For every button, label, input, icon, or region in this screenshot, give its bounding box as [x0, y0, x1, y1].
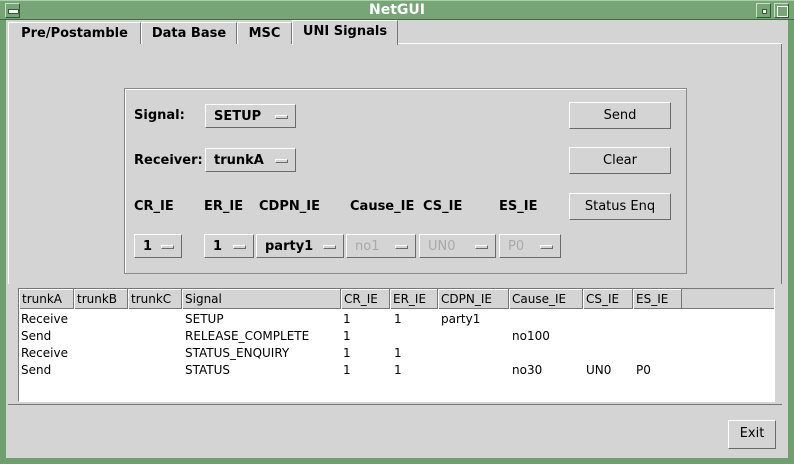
column-header-trunka[interactable]: trunkA	[19, 289, 74, 309]
column-header-cdpn-ie[interactable]: CDPN_IE	[438, 289, 509, 309]
column-header-es-ie[interactable]: ES_IE	[633, 289, 682, 309]
cr-ie-select[interactable]: 1	[134, 234, 182, 258]
tab-label: Pre/Postamble	[21, 26, 128, 41]
table-cell: UN0	[586, 363, 612, 377]
tab-pre-postamble[interactable]: Pre/Postamble	[8, 22, 141, 44]
table-cell: STATUS_ENQUIRY	[185, 346, 290, 360]
column-header-trunkc[interactable]: trunkC	[128, 289, 182, 309]
signal-form: Signal: SETUP Send Receiver: trunkA Clea…	[124, 88, 687, 274]
title-bar[interactable]: NetGUI	[0, 0, 794, 20]
table-cell: SETUP	[185, 312, 224, 326]
er-ie-value: 1	[213, 239, 223, 254]
table-cell: 1	[343, 346, 351, 360]
er-ie-select[interactable]: 1	[204, 234, 254, 258]
table-cell: 1	[394, 312, 402, 326]
es-ie-select: P0	[499, 234, 561, 258]
signal-label: Signal:	[134, 108, 185, 123]
option-menu-indicator-icon	[395, 245, 408, 249]
send-button[interactable]: Send	[569, 102, 671, 129]
option-menu-indicator-icon	[233, 245, 246, 249]
table-cell: no30	[512, 363, 543, 377]
cr-ie-value: 1	[143, 239, 153, 254]
option-menu-indicator-icon	[323, 245, 336, 249]
option-menu-indicator-icon	[275, 159, 288, 163]
table-cell: party1	[441, 312, 481, 326]
table-cell: no100	[512, 329, 550, 343]
tab-label: MSC	[248, 26, 281, 41]
column-header-cr-ie[interactable]: CR_IE	[341, 289, 390, 309]
table-cell: Send	[21, 329, 52, 343]
receiver-select[interactable]: trunkA	[205, 148, 296, 172]
maximize-icon[interactable]	[774, 3, 789, 18]
es-ie-value: P0	[508, 239, 525, 254]
exit-button[interactable]: Exit	[728, 420, 776, 449]
cdpn-ie-label: CDPN_IE	[259, 199, 320, 214]
signal-value: SETUP	[214, 109, 262, 124]
window-title: NetGUI	[369, 2, 425, 18]
column-header-signal[interactable]: Signal	[182, 289, 341, 309]
option-menu-indicator-icon	[275, 115, 288, 119]
cr-ie-label: CR_IE	[134, 199, 174, 214]
cs-ie-label: CS_IE	[423, 199, 463, 214]
tab-label: Data Base	[151, 26, 227, 41]
tab-uni-signals[interactable]: UNI Signals	[292, 20, 398, 45]
cs-ie-select: UN0	[419, 234, 496, 258]
cause-ie-select: no1	[346, 234, 416, 258]
option-menu-indicator-icon	[475, 245, 488, 249]
table-cell: 1	[394, 363, 402, 377]
signal-select[interactable]: SETUP	[205, 104, 296, 128]
signal-log-table[interactable]: trunkA trunkB trunkC Signal CR_IE ER_IE …	[18, 288, 775, 402]
table-cell: STATUS	[185, 363, 231, 377]
receiver-label: Receiver:	[134, 153, 203, 168]
minimize-icon[interactable]	[756, 3, 771, 18]
cause-ie-label: Cause_IE	[350, 199, 415, 214]
table-header: trunkA trunkB trunkC Signal CR_IE ER_IE …	[19, 289, 774, 309]
table-cell: P0	[636, 363, 651, 377]
status-enq-button[interactable]: Status Enq	[569, 193, 671, 220]
cdpn-ie-select[interactable]: party1	[256, 234, 344, 258]
es-ie-label: ES_IE	[499, 199, 538, 214]
column-header-cs-ie[interactable]: CS_IE	[583, 289, 633, 309]
column-header-cause-ie[interactable]: Cause_IE	[509, 289, 583, 309]
table-cell: Send	[21, 363, 52, 377]
er-ie-label: ER_IE	[204, 199, 244, 214]
table-cell: 1	[394, 346, 402, 360]
column-header-trunkb[interactable]: trunkB	[74, 289, 128, 309]
bottom-bar	[8, 404, 782, 450]
tab-data-base[interactable]: Data Base	[141, 22, 237, 44]
column-header-er-ie[interactable]: ER_IE	[390, 289, 438, 309]
option-menu-indicator-icon	[161, 245, 174, 249]
table-cell: Receive	[21, 312, 68, 326]
table-cell: 1	[343, 329, 351, 343]
receiver-value: trunkA	[214, 153, 264, 168]
cause-ie-value: no1	[355, 239, 380, 254]
cs-ie-value: UN0	[428, 239, 456, 254]
clear-button[interactable]: Clear	[569, 147, 671, 174]
table-cell: RELEASE_COMPLETE	[185, 329, 310, 343]
tab-label: UNI Signals	[302, 24, 388, 39]
option-menu-indicator-icon	[540, 245, 553, 249]
tab-msc[interactable]: MSC	[237, 22, 292, 44]
cdpn-ie-value: party1	[265, 239, 314, 254]
table-cell: Receive	[21, 346, 68, 360]
table-cell: 1	[343, 312, 351, 326]
table-cell: 1	[343, 363, 351, 377]
